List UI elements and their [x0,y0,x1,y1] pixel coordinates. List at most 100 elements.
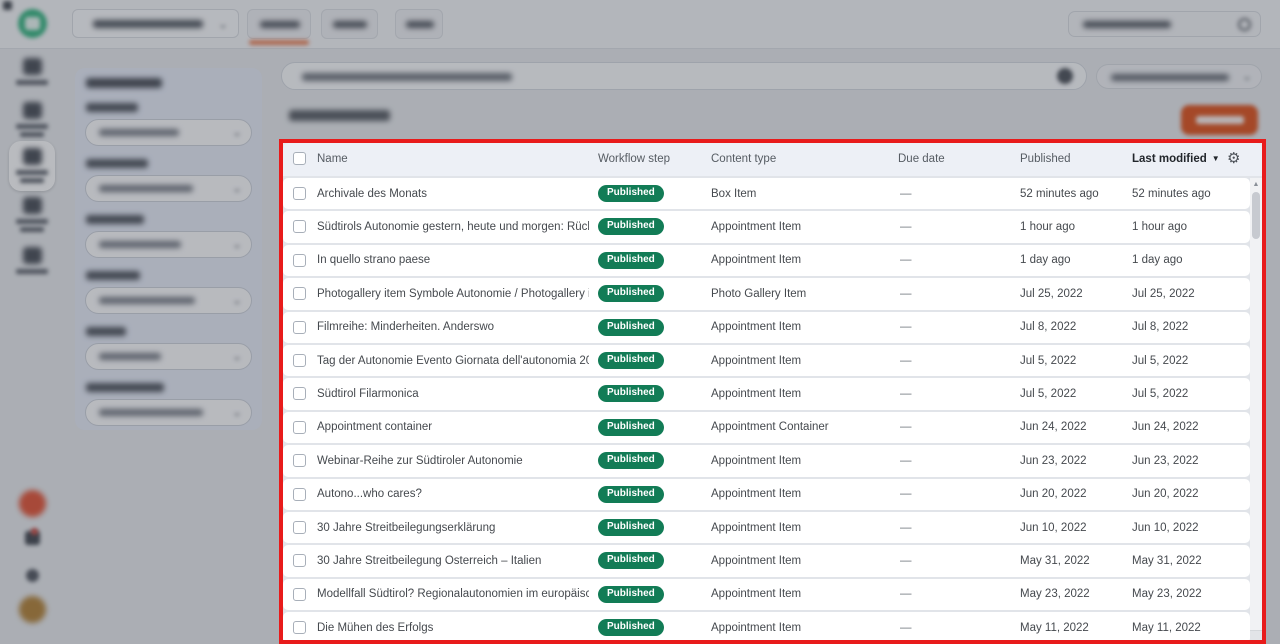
table-row[interactable]: Archivale des Monats Published Box Item — 52… [283,178,1250,210]
column-header-published[interactable]: Published [1020,153,1071,165]
workflow-status-badge: Published [598,351,664,369]
table-row[interactable]: Appointment container Published Appointmen… [283,411,1250,444]
table-row[interactable]: Photogallery item Symbole Autonomie / Ph… [283,278,1250,310]
filter-select-2[interactable]: ⌄ [85,175,252,202]
column-header-workflow-step[interactable]: Workflow step [598,153,670,165]
scrollbar-thumb[interactable] [1252,192,1260,239]
row-checkbox[interactable] [293,253,306,267]
row-checkbox[interactable] [293,187,306,200]
version-filter-dropdown[interactable]: ⌄ [1096,64,1262,89]
app-logo-icon[interactable] [18,9,47,38]
row-checkbox[interactable] [293,520,306,534]
last-modified-cell: May 31, 2022 [1132,554,1202,567]
sidebar-item-5[interactable] [0,247,64,274]
filter-select-1[interactable]: ⌄ [85,119,252,146]
last-modified-cell: Jun 20, 2022 [1132,488,1199,501]
table-row[interactable]: Autono...who cares? Published Appointment … [283,478,1250,510]
scrollbar-up-arrow-icon[interactable]: ▲ [1250,181,1262,188]
row-checkbox[interactable] [293,554,306,568]
item-name[interactable]: Archivale des Monats [317,188,427,200]
user-avatar[interactable] [19,596,46,623]
due-date-cell: — [900,187,912,200]
item-name[interactable]: Modellfall Südtirol? Regionalautonomien … [317,588,589,600]
last-modified-cell: Jul 8, 2022 [1132,321,1189,334]
content-type-cell: Appointment Item [711,454,802,467]
filter-select-4[interactable]: ⌄ [85,287,252,314]
workflow-status-badge: Published [598,452,664,470]
select-all-checkbox[interactable] [293,152,306,165]
row-checkbox[interactable] [293,220,306,234]
item-name[interactable]: Südtirols Autonomie gestern, heute und m… [317,221,589,233]
item-name[interactable]: Tag der Autonomie Evento Giornata dell'a… [317,355,589,367]
row-checkbox[interactable] [293,621,306,635]
row-checkbox[interactable] [293,454,306,468]
content-type-cell: Appointment Item [711,521,802,534]
filter-select-3[interactable]: ⌄ [85,231,252,258]
create-new-button[interactable] [1181,105,1258,135]
column-header-name[interactable]: Name [317,153,348,165]
tab-content[interactable] [247,9,311,45]
sidebar-item-4[interactable] [0,197,64,232]
filter-select-6[interactable]: ⌄ [85,399,252,426]
item-name[interactable]: Photogallery item Symbole Autonomie / Ph… [317,288,589,300]
row-checkbox[interactable] [293,587,306,601]
item-name[interactable]: Webinar-Reihe zur Südtiroler Autonomie [317,455,523,467]
row-checkbox[interactable] [293,287,306,301]
item-name[interactable]: Filmreihe: Minderheiten. Anderswo [317,321,494,333]
table-row[interactable]: Modellfall Südtirol? Regionalautonomien … [283,578,1250,611]
workflow-status-badge: Published [598,418,664,436]
row-checkbox[interactable] [293,387,306,401]
table-row[interactable]: Die Mühen des Erfolgs Published Appointmen… [283,612,1250,640]
published-cell: Jun 23, 2022 [1020,454,1087,467]
sidebar-item-3-active[interactable] [0,148,64,183]
table-row[interactable]: Südtirols Autonomie gestern, heute und m… [283,211,1250,243]
item-name[interactable]: 30 Jahre Streitbeilegung Österreich – It… [317,555,541,567]
content-type-cell: Appointment Item [711,388,802,401]
top-search-input[interactable] [1068,11,1261,37]
last-modified-cell: Jun 24, 2022 [1132,421,1199,434]
row-checkbox[interactable] [293,420,306,434]
table-row[interactable]: Webinar-Reihe zur Südtiroler Autonomie Pu… [283,445,1250,477]
item-name[interactable]: Appointment container [317,421,432,433]
workflow-status-badge: Published [598,585,664,603]
item-name[interactable]: Die Mühen des Erfolgs [317,622,433,634]
tab-third[interactable] [395,9,443,39]
search-icon [1238,18,1251,31]
item-name[interactable]: In quello strano paese [317,254,430,266]
sidebar-icon-2 [22,102,42,119]
table-scrollbar[interactable]: ▲ [1250,178,1262,640]
column-settings-gear-icon[interactable]: ⚙ [1227,151,1240,166]
filter-panel: ⌄ ⌄ ⌄ ⌄ ⌄ ⌄ [75,68,262,430]
workflow-status-badge: Published [598,318,664,336]
tab-second[interactable] [321,9,378,39]
item-name[interactable]: Südtirol Filarmonica [317,388,419,400]
sidebar-item-2[interactable] [0,102,64,137]
table-row[interactable]: Südtirol Filarmonica Published Appointment… [283,378,1250,410]
column-header-last-modified[interactable]: Last modified ▼ [1132,153,1220,165]
column-header-content-type[interactable]: Content type [711,153,776,165]
due-date-cell: — [900,221,912,234]
item-name[interactable]: 30 Jahre Streitbeilegungserklärung [317,522,495,534]
table-row[interactable]: 30 Jahre Streitbeilegungserklärung Publis… [283,511,1250,544]
content-type-cell: Appointment Item [711,321,802,334]
table-row[interactable]: Tag der Autonomie Evento Giornata dell'a… [283,344,1250,377]
search-filter-icon[interactable] [1057,68,1073,84]
column-header-due-date[interactable]: Due date [898,153,945,165]
row-checkbox[interactable] [293,320,306,334]
filter-select-5[interactable]: ⌄ [85,343,252,370]
workflow-status-badge: Published [598,552,664,570]
table-row[interactable]: In quello strano paese Published Appointme… [283,244,1250,277]
table-row[interactable]: Filmreihe: Minderheiten. Anderswo Publish… [283,311,1250,343]
row-checkbox[interactable] [293,487,306,501]
sidebar-item-1[interactable] [0,58,64,85]
scrollbar-down-button[interactable] [1250,630,1262,640]
project-selector[interactable]: ⌄ [72,9,239,38]
item-name[interactable]: Autono...who cares? [317,488,422,500]
help-button[interactable] [19,490,46,517]
content-search-input[interactable] [281,62,1087,90]
table-row[interactable]: 30 Jahre Streitbeilegung Österreich – It… [283,545,1250,577]
settings-gear-icon[interactable] [26,569,39,582]
due-date-cell: — [900,454,912,467]
row-checkbox[interactable] [293,353,306,367]
published-cell: May 31, 2022 [1020,554,1090,567]
